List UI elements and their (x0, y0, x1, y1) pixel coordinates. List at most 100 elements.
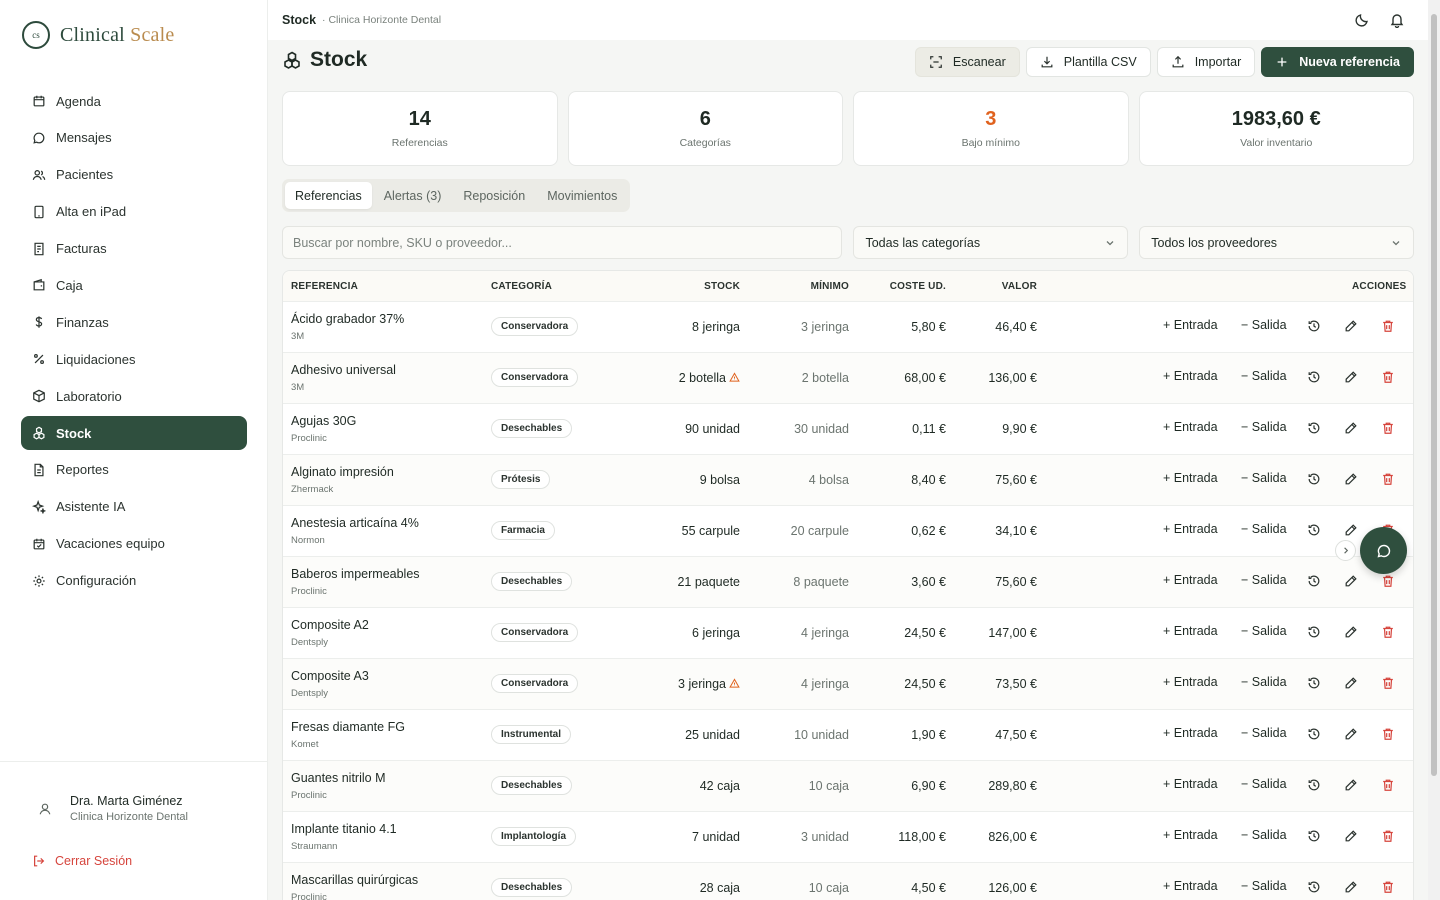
edit-icon[interactable] (1344, 421, 1360, 437)
sidebar-item-caja[interactable]: Caja (21, 268, 247, 302)
logout-button[interactable]: Cerrar Sesión (32, 854, 132, 868)
history-icon[interactable] (1307, 523, 1323, 539)
table-row[interactable]: Adhesivo universal 3M Conservadora 2 botell… (283, 353, 1413, 404)
chat-button[interactable] (1360, 527, 1407, 574)
trash-icon[interactable] (1381, 574, 1397, 590)
entrada-button[interactable]: + Entrada (1163, 726, 1218, 740)
sidebar-item-asistente-ia[interactable]: Asistente IA (21, 490, 247, 524)
reference-name[interactable]: Agujas 30G (291, 414, 356, 428)
edit-icon[interactable] (1344, 574, 1360, 590)
category-select[interactable]: Todas las categorías (853, 226, 1129, 259)
edit-icon[interactable] (1344, 523, 1360, 539)
history-icon[interactable] (1307, 625, 1323, 641)
col-value[interactable]: VALOR (1002, 281, 1037, 292)
entrada-button[interactable]: + Entrada (1163, 624, 1218, 638)
history-icon[interactable] (1307, 421, 1323, 437)
col-category[interactable]: CATEGORÍA (491, 281, 552, 292)
tab-referencias[interactable]: Referencias (285, 182, 372, 209)
tab-reposicion[interactable]: Reposición (453, 182, 535, 209)
trash-icon[interactable] (1381, 727, 1397, 743)
entrada-button[interactable]: + Entrada (1163, 318, 1218, 332)
bell-icon[interactable] (1389, 12, 1405, 28)
sidebar-item-agenda[interactable]: Agenda (21, 84, 247, 118)
salida-button[interactable]: − Salida (1241, 573, 1287, 587)
edit-icon[interactable] (1344, 829, 1360, 845)
scrollbar-thumb[interactable] (1431, 14, 1437, 776)
entrada-button[interactable]: + Entrada (1163, 369, 1218, 383)
edit-icon[interactable] (1344, 727, 1360, 743)
reference-name[interactable]: Baberos impermeables (291, 567, 420, 581)
import-button[interactable]: Importar (1156, 47, 1256, 77)
sidebar-item-stock[interactable]: Stock (21, 416, 247, 451)
history-icon[interactable] (1307, 880, 1323, 896)
col-minimum[interactable]: MÍNIMO (811, 281, 849, 292)
scan-button[interactable]: Escanear (914, 47, 1020, 77)
salida-button[interactable]: − Salida (1241, 369, 1287, 383)
salida-button[interactable]: − Salida (1241, 726, 1287, 740)
app-logo[interactable]: cs Clinical Scale (22, 21, 174, 49)
page-scrollbar[interactable] (1428, 0, 1440, 900)
history-icon[interactable] (1307, 472, 1323, 488)
user-profile[interactable]: Dra. Marta Giménez Clinica Horizonte Den… (38, 794, 188, 823)
sidebar-item-laboratorio[interactable]: Laboratorio (21, 379, 247, 413)
history-icon[interactable] (1307, 778, 1323, 794)
sidebar-item-mensajes[interactable]: Mensajes (21, 121, 247, 155)
table-row[interactable]: Agujas 30G Proclinic Desechables 90 unidad 3… (283, 404, 1413, 455)
sidebar-item-liquidaciones[interactable]: Liquidaciones (21, 342, 247, 376)
salida-button[interactable]: − Salida (1241, 522, 1287, 536)
edit-icon[interactable] (1344, 472, 1360, 488)
history-icon[interactable] (1307, 370, 1323, 386)
table-row[interactable]: Guantes nitrilo M Proclinic Desechables 42 … (283, 761, 1413, 812)
trash-icon[interactable] (1381, 778, 1397, 794)
entrada-button[interactable]: + Entrada (1163, 522, 1218, 536)
new-reference-button[interactable]: Nueva referencia (1261, 47, 1414, 77)
salida-button[interactable]: − Salida (1241, 879, 1287, 893)
table-row[interactable]: Composite A3 Dentsply Conservadora 3 jering… (283, 659, 1413, 710)
table-row[interactable]: Implante titanio 4.1 Straumann Implantolog… (283, 812, 1413, 863)
supplier-select[interactable]: Todos los proveedores (1139, 226, 1415, 259)
trash-icon[interactable] (1381, 676, 1397, 692)
entrada-button[interactable]: + Entrada (1163, 828, 1218, 842)
trash-icon[interactable] (1381, 319, 1397, 335)
sidebar-item-facturas[interactable]: Facturas (21, 232, 247, 266)
salida-button[interactable]: − Salida (1241, 777, 1287, 791)
trash-icon[interactable] (1381, 625, 1397, 641)
reference-name[interactable]: Fresas diamante FG (291, 720, 405, 734)
trash-icon[interactable] (1381, 472, 1397, 488)
entrada-button[interactable]: + Entrada (1163, 420, 1218, 434)
salida-button[interactable]: − Salida (1241, 828, 1287, 842)
moon-icon[interactable] (1354, 12, 1370, 28)
trash-icon[interactable] (1381, 829, 1397, 845)
tab-movimientos[interactable]: Movimientos (537, 182, 627, 209)
table-row[interactable]: Fresas diamante FG Komet Instrumental 25 un… (283, 710, 1413, 761)
entrada-button[interactable]: + Entrada (1163, 879, 1218, 893)
history-icon[interactable] (1307, 319, 1323, 335)
reference-name[interactable]: Composite A3 (291, 669, 369, 683)
sidebar-item-reportes[interactable]: Reportes (21, 453, 247, 487)
reference-name[interactable]: Mascarillas quirúrgicas (291, 873, 418, 887)
sidebar-item-alta-en-ipad[interactable]: Alta en iPad (21, 195, 247, 229)
csv-template-button[interactable]: Plantilla CSV (1025, 47, 1151, 77)
reference-name[interactable]: Anestesia articaína 4% (291, 516, 419, 530)
history-icon[interactable] (1307, 829, 1323, 845)
entrada-button[interactable]: + Entrada (1163, 471, 1218, 485)
sidebar-item-vacaciones-equipo[interactable]: Vacaciones equipo (21, 527, 247, 561)
sidebar-item-finanzas[interactable]: Finanzas (21, 305, 247, 339)
table-row[interactable]: Composite A2 Dentsply Conservadora 6 jering… (283, 608, 1413, 659)
sidebar-item-configuracion[interactable]: Configuración (21, 564, 247, 598)
chat-collapse-button[interactable] (1335, 540, 1356, 561)
history-icon[interactable] (1307, 727, 1323, 743)
history-icon[interactable] (1307, 676, 1323, 692)
search-input[interactable] (282, 226, 843, 259)
tab-alertas[interactable]: Alertas (3) (374, 182, 452, 209)
col-reference[interactable]: REFERENCIA (291, 281, 358, 292)
edit-icon[interactable] (1344, 778, 1360, 794)
salida-button[interactable]: − Salida (1241, 318, 1287, 332)
edit-icon[interactable] (1344, 319, 1360, 335)
table-row[interactable]: Alginato impresión Zhermack Prótesis 9 bols… (283, 455, 1413, 506)
salida-button[interactable]: − Salida (1241, 420, 1287, 434)
reference-name[interactable]: Guantes nitrilo M (291, 771, 385, 785)
entrada-button[interactable]: + Entrada (1163, 573, 1218, 587)
edit-icon[interactable] (1344, 880, 1360, 896)
entrada-button[interactable]: + Entrada (1163, 777, 1218, 791)
